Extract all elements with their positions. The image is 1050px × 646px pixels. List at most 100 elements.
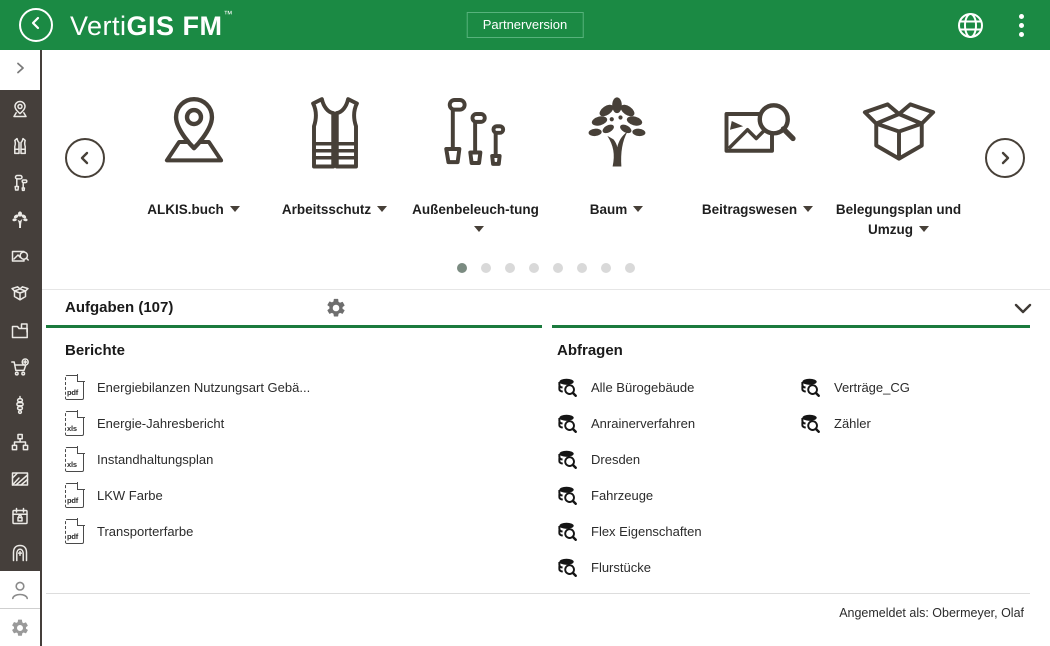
back-button[interactable]	[19, 8, 53, 42]
database-search-icon	[800, 413, 821, 434]
module-baum[interactable]: Baum	[546, 80, 687, 239]
sidebar-item-arbeitsschutz[interactable]	[0, 127, 40, 164]
bericht-item[interactable]: pdf LKW Farbe	[65, 477, 542, 513]
carousel-dot[interactable]	[481, 263, 491, 273]
aufgaben-collapse-button[interactable]	[1012, 297, 1034, 319]
database-search-icon	[557, 521, 578, 542]
dropdown-caret-icon	[377, 206, 387, 212]
abfrage-item[interactable]: Anrainerverfahren	[557, 405, 800, 441]
sidebar-item-friedhof[interactable]	[0, 534, 40, 571]
sidebar-settings-button[interactable]	[0, 609, 40, 646]
sidebar-item-beleuchtung[interactable]	[0, 386, 40, 423]
module-beitragswesen[interactable]: Beitragswesen	[687, 80, 828, 239]
carousel-dot[interactable]	[577, 263, 587, 273]
sidebar-item-dokumente[interactable]	[0, 312, 40, 349]
module-belegungsplan-umzug[interactable]: Belegungsplan und Umzug	[828, 80, 969, 239]
carousel-dot[interactable]	[625, 263, 635, 273]
tree-icon	[575, 80, 659, 190]
chevron-down-icon	[1012, 297, 1034, 319]
dropdown-caret-icon	[919, 226, 929, 232]
abfragen-subcolumn-1: Alle Bürogebäude Anrainerverfahren Dresd…	[557, 369, 800, 585]
sidebar-item-alkis[interactable]	[0, 90, 40, 127]
globe-icon[interactable]	[956, 11, 985, 40]
sidebar-item-aussenbeleuchtung[interactable]	[0, 164, 40, 201]
street-lamps-icon	[434, 80, 518, 190]
abfrage-item[interactable]: Dresden	[557, 441, 800, 477]
sidebar-item-organisation[interactable]	[0, 423, 40, 460]
abfrage-item[interactable]: Flurstücke	[557, 549, 800, 585]
bericht-item[interactable]: xls Instandhaltungsplan	[65, 441, 542, 477]
sidebar-item-belegung-kalender[interactable]	[0, 497, 40, 534]
logged-in-status: Angemeldet als: Obermeyer, Olaf	[46, 593, 1030, 620]
folder-document-icon	[10, 321, 30, 341]
database-search-icon	[800, 377, 821, 398]
abfrage-item[interactable]: Zähler	[800, 405, 1030, 441]
sidebar-item-baum[interactable]	[0, 201, 40, 238]
tree-icon	[10, 210, 30, 230]
xls-file-icon: xls	[65, 411, 84, 436]
dropdown-caret-icon	[474, 226, 484, 232]
gear-icon	[10, 618, 30, 638]
carousel-next-button[interactable]	[985, 138, 1025, 178]
dropdown-caret-icon	[803, 206, 813, 212]
abfragen-subcolumn-2: Verträge_CG Zähler	[800, 369, 1030, 585]
carousel-dot[interactable]	[505, 263, 515, 273]
sidebar-item-flaechen[interactable]	[0, 460, 40, 497]
carousel-dot[interactable]	[529, 263, 539, 273]
open-box-icon	[10, 284, 30, 304]
aufgaben-settings-button[interactable]	[325, 297, 347, 319]
pdf-file-icon: pdf	[65, 483, 84, 508]
bericht-item[interactable]: xls Energie-Jahresbericht	[65, 405, 542, 441]
sidebar-expand-button[interactable]	[0, 50, 40, 90]
aufgaben-header: Aufgaben (107)	[42, 290, 1050, 325]
database-search-icon	[557, 449, 578, 470]
carousel-prev-button[interactable]	[65, 138, 105, 178]
carousel-items: ALKIS.buch Arbeitsschutz	[42, 80, 1050, 239]
module-alkis-buch[interactable]: ALKIS.buch	[123, 80, 264, 239]
module-arbeitsschutz[interactable]: Arbeitsschutz	[264, 80, 405, 239]
safety-vest-icon	[10, 136, 30, 156]
org-chart-icon	[10, 432, 30, 452]
pdf-file-icon: pdf	[65, 519, 84, 544]
abfrage-item[interactable]: Verträge_CG	[800, 369, 1030, 405]
app-logo: VertiGIS FM™	[70, 9, 233, 42]
street-lamp-icon	[10, 173, 30, 193]
sidebar-item-beschaffung[interactable]	[0, 349, 40, 386]
aufgaben-title: Aufgaben (107)	[65, 299, 173, 316]
map-icon	[10, 469, 30, 489]
carousel-dot[interactable]	[457, 263, 467, 273]
main-content: ALKIS.buch Arbeitsschutz	[42, 50, 1050, 646]
trademark: ™	[224, 9, 234, 19]
pdf-file-icon: pdf	[65, 375, 84, 400]
map-pin-icon	[10, 99, 30, 119]
carousel-dot[interactable]	[553, 263, 563, 273]
chevron-right-icon	[995, 148, 1015, 168]
sidebar-footer	[0, 571, 40, 646]
abfrage-item[interactable]: Fahrzeuge	[557, 477, 800, 513]
xls-file-icon: xls	[65, 447, 84, 472]
sidebar-item-belegungsplan[interactable]	[0, 275, 40, 312]
memorial-arch-icon	[10, 543, 30, 563]
database-search-icon	[557, 377, 578, 398]
sidebar-item-beitragswesen[interactable]	[0, 238, 40, 275]
bericht-item[interactable]: pdf Energiebilanzen Nutzungsart Gebä...	[65, 369, 542, 405]
partnerversion-button[interactable]: Partnerversion	[467, 12, 584, 38]
carousel-dot[interactable]	[601, 263, 611, 273]
abfrage-item[interactable]: Flex Eigenschaften	[557, 513, 800, 549]
abfragen-column: Abfragen Alle Bürogebäude Anrainerverfah…	[552, 328, 1030, 585]
abfrage-item[interactable]: Alle Bürogebäude	[557, 369, 800, 405]
berichte-column: Berichte pdf Energiebilanzen Nutzungsart…	[46, 328, 542, 585]
map-search-icon	[716, 80, 800, 190]
bericht-item[interactable]: pdf Transporterfarbe	[65, 513, 542, 549]
chevron-right-icon	[12, 60, 28, 81]
berichte-heading: Berichte	[65, 342, 542, 359]
calendar-lock-icon	[10, 506, 30, 526]
module-aussenbeleuchtung[interactable]: Außenbeleuch-tung	[405, 80, 546, 239]
gear-icon	[325, 297, 347, 319]
overflow-menu-icon[interactable]	[1017, 12, 1026, 39]
pendant-light-icon	[10, 395, 30, 415]
database-search-icon	[557, 557, 578, 578]
sidebar-user-button[interactable]	[0, 571, 40, 609]
database-search-icon	[557, 413, 578, 434]
cart-plus-icon	[10, 358, 30, 378]
